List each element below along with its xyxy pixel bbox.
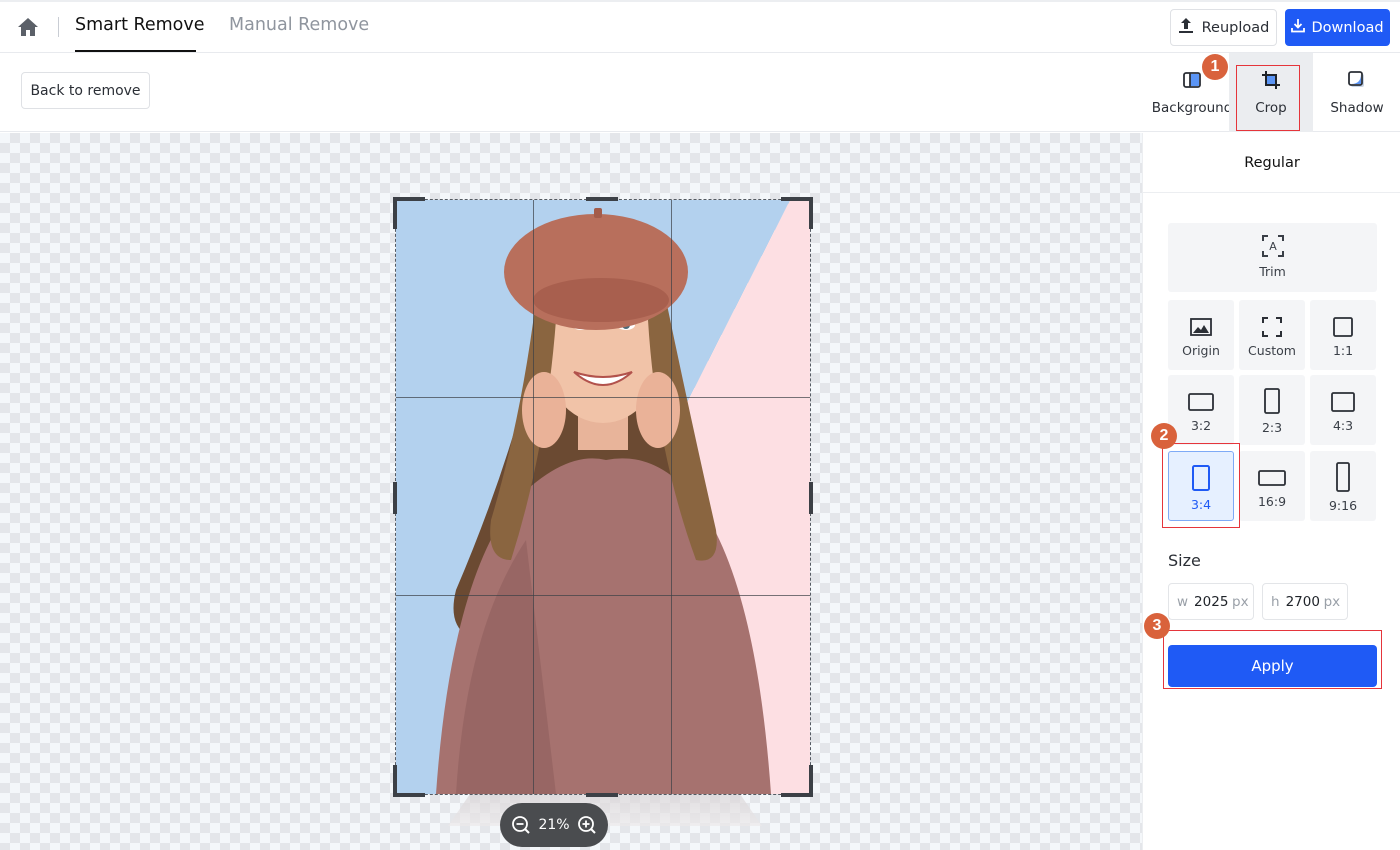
download-icon — [1291, 18, 1306, 37]
nav-divider — [58, 17, 59, 37]
editor-toolbar: Back to remove Background Crop Shadow 1 — [0, 53, 1400, 132]
crop-settings-panel: Regular A Trim Origin Custom 1:1 3:2 2:3… — [1142, 133, 1400, 850]
ratio-option-3-4[interactable]: 3:4 — [1168, 451, 1234, 521]
crop-icon — [1260, 69, 1282, 91]
ratio-3-2-icon — [1188, 391, 1214, 413]
ratio-16-9-icon — [1257, 467, 1287, 489]
crop-gridline — [396, 595, 810, 596]
ratio-option-16-9[interactable]: 16:9 — [1239, 451, 1305, 521]
zoom-level: 21% — [538, 817, 570, 833]
tool-crop[interactable]: Crop — [1229, 53, 1313, 132]
panel-title: Regular — [1143, 133, 1400, 193]
shadow-icon — [1346, 69, 1368, 91]
reupload-label: Reupload — [1201, 19, 1270, 36]
zoom-control: 21% — [500, 803, 608, 847]
step-badge-1: 1 — [1202, 54, 1228, 80]
ratio-option-9-16[interactable]: 9:16 — [1310, 451, 1376, 521]
crop-handle-bottom-right[interactable] — [781, 765, 813, 797]
height-value[interactable]: 2700 — [1286, 594, 1320, 610]
crop-handle-right[interactable] — [809, 482, 813, 514]
crop-gridline — [533, 200, 534, 794]
width-value[interactable]: 2025 — [1194, 594, 1228, 610]
crop-handle-top-right[interactable] — [781, 197, 813, 229]
ratio-option-1-1[interactable]: 1:1 — [1310, 300, 1376, 370]
ratio-option-2-3[interactable]: 2:3 — [1239, 375, 1305, 445]
back-to-remove-button[interactable]: Back to remove — [21, 72, 150, 109]
crop-gridline — [671, 200, 672, 794]
step-badge-3: 3 — [1144, 613, 1170, 639]
ratio-option-custom[interactable]: Custom — [1239, 300, 1305, 370]
width-unit: px — [1232, 593, 1249, 610]
ratio-label: Origin — [1182, 343, 1220, 358]
image-icon — [1190, 316, 1212, 338]
ratio-label: 1:1 — [1332, 343, 1354, 358]
tool-shadow[interactable]: Shadow — [1318, 53, 1396, 132]
download-label: Download — [1311, 19, 1384, 36]
image-canvas[interactable]: 21% — [0, 133, 1142, 850]
zoom-out-icon[interactable] — [511, 815, 531, 835]
trim-option[interactable]: A Trim — [1168, 223, 1377, 292]
tab-manual-remove[interactable]: Manual Remove — [229, 15, 369, 35]
crop-handle-top-left[interactable] — [393, 197, 425, 229]
ratio-3-4-icon — [1191, 464, 1211, 492]
crop-gridline — [396, 397, 810, 398]
ratio-4-3-icon — [1330, 391, 1356, 413]
width-prefix: w — [1177, 593, 1189, 610]
ratio-label: 9:16 — [1328, 498, 1358, 513]
crop-handle-bottom[interactable] — [586, 793, 618, 797]
background-icon — [1181, 69, 1203, 91]
crop-handle-left[interactable] — [393, 482, 397, 514]
upload-icon — [1178, 17, 1194, 38]
home-icon[interactable] — [17, 17, 39, 37]
ratio-option-3-2[interactable]: 3:2 — [1168, 375, 1234, 445]
height-input[interactable]: h 2700 px — [1262, 583, 1348, 620]
size-label: Size — [1168, 551, 1201, 570]
svg-text:A: A — [1269, 240, 1277, 253]
ratio-option-origin[interactable]: Origin — [1168, 300, 1234, 370]
ratio-label: 4:3 — [1332, 418, 1354, 433]
crop-frame[interactable] — [393, 197, 813, 797]
ratio-2-3-icon — [1263, 387, 1281, 415]
download-button[interactable]: Download — [1285, 9, 1390, 46]
step-badge-2: 2 — [1151, 423, 1177, 449]
reupload-button[interactable]: Reupload — [1170, 9, 1277, 46]
height-unit: px — [1323, 593, 1341, 610]
ratio-9-16-icon — [1335, 461, 1351, 493]
tool-crop-label: Crop — [1255, 100, 1287, 116]
custom-frame-icon — [1261, 316, 1283, 338]
active-tab-indicator — [75, 50, 196, 52]
trim-label: Trim — [1259, 264, 1286, 279]
crop-handle-bottom-left[interactable] — [393, 765, 425, 797]
top-nav-bar: Smart Remove Manual Remove Reupload Down… — [0, 0, 1400, 53]
crop-handle-top[interactable] — [586, 197, 618, 201]
tool-shadow-label: Shadow — [1330, 100, 1384, 116]
ratio-label: 2:3 — [1261, 420, 1283, 435]
tab-smart-remove[interactable]: Smart Remove — [75, 15, 205, 35]
ratio-1-1-icon — [1332, 316, 1354, 338]
width-input[interactable]: w 2025 px — [1168, 583, 1254, 620]
zoom-in-icon[interactable] — [577, 815, 597, 835]
trim-icon: A — [1261, 233, 1285, 259]
ratio-label: 3:2 — [1190, 418, 1212, 433]
apply-button[interactable]: Apply — [1168, 645, 1377, 687]
ratio-label: 16:9 — [1257, 494, 1287, 509]
tool-background-label: Background — [1151, 100, 1233, 116]
ratio-option-4-3[interactable]: 4:3 — [1310, 375, 1376, 445]
ratio-label: 3:4 — [1190, 497, 1212, 512]
height-prefix: h — [1271, 593, 1280, 610]
ratio-label: Custom — [1248, 343, 1296, 358]
